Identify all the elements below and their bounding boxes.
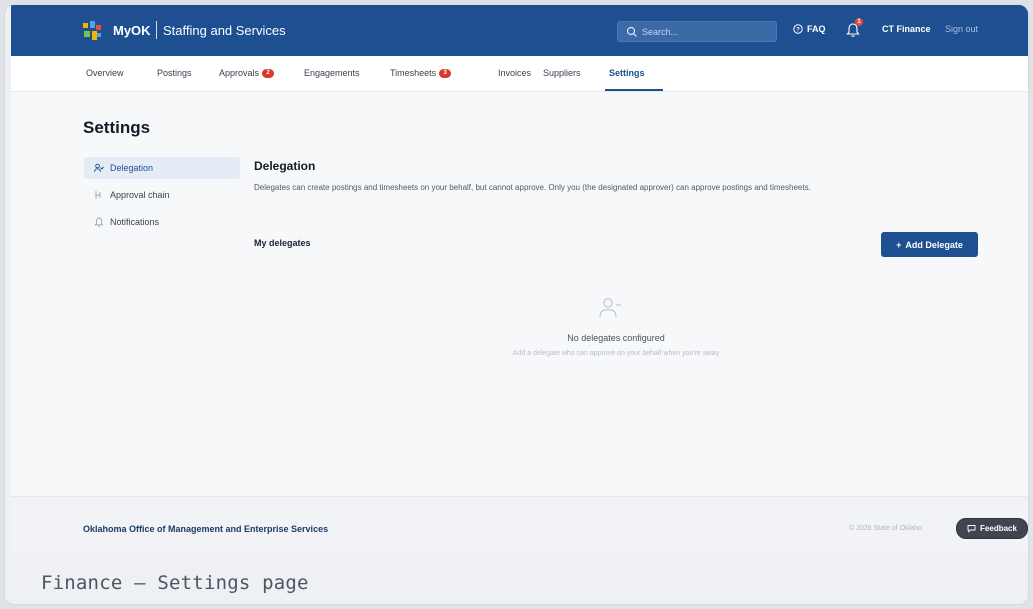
tab-label: Approvals: [219, 68, 260, 78]
svg-text:?: ?: [796, 27, 800, 33]
sidebar-item-label: Approval chain: [110, 190, 170, 200]
tab-label: Settings: [609, 68, 645, 78]
notification-count-badge: 1: [855, 18, 863, 26]
user-name[interactable]: CT Finance: [882, 24, 931, 34]
approvals-count-badge: 2: [262, 68, 275, 78]
footer-org-name[interactable]: Oklahoma Office of Management and Enterp…: [83, 524, 328, 534]
my-delegates-heading: My delegates: [254, 238, 311, 248]
sidebar-item-approval-chain[interactable]: Approval chain: [84, 184, 240, 206]
tab-label: Engagements: [304, 68, 360, 78]
sidebar-item-label: Notifications: [110, 217, 160, 227]
sign-out-link[interactable]: Sign out: [945, 24, 978, 34]
tab-label: Invoices: [498, 68, 532, 78]
tab-label: Suppliers: [543, 68, 581, 78]
top-header: MyOK Staffing and Services ? FAQ: [11, 5, 1028, 56]
footer-copyright: © 2026 State of Oklaho: [849, 525, 922, 532]
add-delegate-label: Add Delegate: [905, 239, 963, 250]
tab-overview[interactable]: Overview: [86, 68, 124, 78]
brand-name[interactable]: MyOK: [113, 23, 151, 38]
sidebar-item-label: Delegation: [110, 163, 154, 173]
search-icon: [626, 26, 637, 37]
page-title: Settings: [83, 118, 151, 137]
users-icon: [94, 163, 104, 173]
screenshot-caption: Finance — Settings page: [41, 572, 309, 594]
tab-invoices[interactable]: Invoices: [498, 68, 531, 78]
tab-timesheets[interactable]: Timesheets 3: [390, 68, 452, 78]
section-title: Delegation: [254, 159, 316, 173]
help-circle-icon: ?: [793, 24, 803, 34]
myok-logo-icon[interactable]: [81, 21, 103, 43]
feedback-label: Feedback: [980, 524, 1017, 533]
section-description: Delegates can create postings and timesh…: [254, 183, 811, 192]
app-name: Staffing and Services: [163, 23, 286, 38]
brand-divider: [156, 21, 157, 39]
main-tabs: Overview Postings Approvals 2 Engagements…: [11, 56, 1028, 92]
bell-icon: [94, 217, 104, 227]
tab-settings[interactable]: Settings: [609, 68, 645, 78]
plus-icon: +: [896, 239, 902, 250]
search-box[interactable]: [617, 21, 777, 42]
tab-postings[interactable]: Postings: [157, 68, 192, 78]
tab-label: Postings: [157, 68, 192, 78]
faq-link[interactable]: ? FAQ: [793, 24, 826, 34]
tab-label: Timesheets: [390, 68, 437, 78]
tab-label: Overview: [86, 68, 124, 78]
feedback-button[interactable]: Feedback: [956, 518, 1028, 539]
approval-chain-icon: [95, 191, 101, 199]
app-viewport: MyOK Staffing and Services ? FAQ: [11, 5, 1028, 553]
tab-suppliers[interactable]: Suppliers: [543, 68, 581, 78]
empty-state-title: No delegates configured: [567, 333, 665, 343]
active-tab-indicator: [605, 89, 663, 91]
sidebar-item-notifications[interactable]: Notifications: [84, 211, 240, 233]
chat-bubble-icon: [967, 525, 976, 533]
page-footer: Oklahoma Office of Management and Enterp…: [11, 496, 1028, 553]
timesheets-count-badge: 3: [439, 68, 452, 78]
empty-state-description: Add a delegate who can approve on your b…: [512, 350, 720, 357]
tab-engagements[interactable]: Engagements: [304, 68, 360, 78]
tab-approvals[interactable]: Approvals 2: [219, 68, 275, 78]
faq-label: FAQ: [807, 24, 826, 34]
sidebar-item-delegation[interactable]: Delegation: [84, 157, 240, 179]
search-input[interactable]: [642, 23, 772, 40]
empty-users-icon: [599, 298, 621, 318]
add-delegate-button[interactable]: + Add Delegate: [881, 232, 978, 257]
window-frame: MyOK Staffing and Services ? FAQ: [4, 4, 1029, 605]
